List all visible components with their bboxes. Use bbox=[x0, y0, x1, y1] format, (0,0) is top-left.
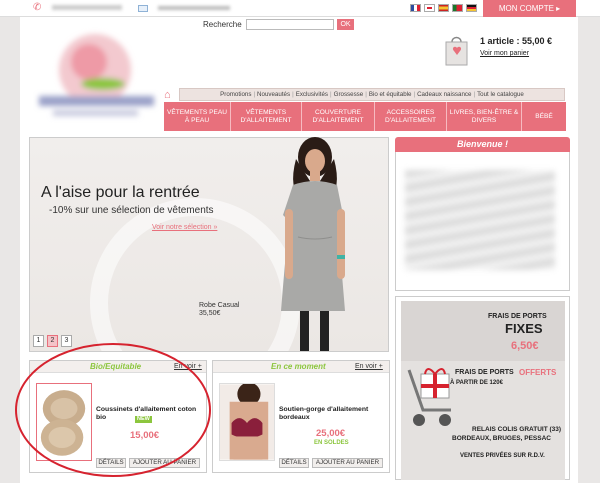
nav-livres[interactable]: LIVRES, BIEN-ÊTRE & DIVERS bbox=[447, 102, 522, 131]
shipping-title-fixed: FRAIS DE PORTS bbox=[488, 313, 547, 320]
shipping-price: 6,50€ bbox=[511, 340, 539, 352]
shipping-fixes: FIXES bbox=[505, 321, 543, 336]
shopping-bag-icon[interactable] bbox=[443, 34, 470, 66]
sale-badge: EN SOLDES bbox=[314, 440, 349, 446]
nav-vetements-peau[interactable]: VÊTEMENTS PEAU À PEAU bbox=[164, 102, 231, 131]
nav-bebe[interactable]: BÉBÉ bbox=[522, 102, 566, 131]
red-highlight-ellipse bbox=[15, 343, 211, 477]
blurred-email bbox=[158, 6, 230, 10]
nav-vetements-allaitement[interactable]: VÊTEMENTS D'ALLAITEMENT bbox=[231, 102, 302, 131]
flag-pt-icon[interactable] bbox=[452, 4, 463, 12]
banner-selection-link[interactable]: Voir notre sélection » bbox=[152, 224, 217, 231]
banner-product-label: Robe Casual bbox=[199, 302, 240, 309]
trolley-icon bbox=[407, 368, 451, 426]
card-title: En ce moment bbox=[271, 362, 326, 371]
details-button[interactable]: DÉTAILS bbox=[279, 458, 309, 468]
blurred-welcome-text bbox=[405, 170, 555, 270]
search-input[interactable] bbox=[246, 19, 334, 30]
shipping-relais-1: RELAIS COLIS GRATUIT (33) bbox=[472, 426, 562, 433]
view-cart-link[interactable]: Voir mon panier bbox=[480, 50, 529, 57]
secondary-nav: Promotions | Nouveautés | Exclusivités | Gr… bbox=[179, 88, 565, 101]
product-card-moment: En ce moment En voir + Soutien-gorge d'a… bbox=[212, 360, 390, 473]
banner-page-3[interactable]: 3 bbox=[61, 335, 72, 347]
subnav-item-promotions[interactable]: Promotions bbox=[220, 91, 251, 98]
subnav-item-grossesse[interactable]: Grossesse bbox=[334, 91, 364, 98]
banner-page-2[interactable]: 2 bbox=[47, 335, 58, 347]
subnav-item-cadeaux[interactable]: Cadeaux naissance bbox=[417, 91, 471, 98]
cart-summary: 1 article : 55,00 € bbox=[480, 36, 553, 46]
home-icon[interactable]: ⌂ bbox=[164, 89, 176, 101]
banner-headline: A l'aise pour la rentrée bbox=[41, 184, 200, 201]
shipping-ventes: VENTES PRIVÉES SUR R.D.V. bbox=[460, 453, 545, 459]
add-to-cart-button[interactable]: AJOUTER AU PANIER bbox=[312, 458, 383, 468]
nav-accessoires[interactable]: ACCESSOIRES D'ALLAITEMENT bbox=[375, 102, 447, 131]
language-flags bbox=[410, 4, 477, 13]
banner-product-price: 35,50€ bbox=[199, 310, 221, 317]
search-ok-button[interactable]: OK bbox=[337, 19, 354, 30]
model-photo bbox=[281, 137, 345, 351]
subnav-item-catalogue[interactable]: Tout le catalogue bbox=[477, 91, 524, 98]
phone-icon: ✆ bbox=[33, 2, 42, 13]
account-button[interactable]: MON COMPTE ▸ bbox=[483, 0, 576, 17]
shipping-title-free: FRAIS DE PORTS bbox=[455, 369, 514, 376]
flag-fr-icon[interactable] bbox=[410, 4, 421, 12]
subnav-item-nouveautes[interactable]: Nouveautés bbox=[257, 91, 290, 98]
main-nav: VÊTEMENTS PEAU À PEAU VÊTEMENTS D'ALLAIT… bbox=[164, 102, 566, 131]
flag-es-icon[interactable] bbox=[438, 4, 449, 12]
shipping-offerts: OFFERTS bbox=[519, 368, 557, 377]
banner-subline: -10% sur une sélection de vêtements bbox=[49, 205, 214, 216]
mail-icon bbox=[138, 5, 148, 12]
product-image-nursing-bra[interactable] bbox=[219, 383, 275, 461]
banner-pager: 1 2 3 bbox=[33, 335, 72, 347]
blurred-logo[interactable] bbox=[33, 22, 161, 126]
banner-page-1[interactable]: 1 bbox=[33, 335, 44, 347]
search-label: Recherche bbox=[203, 20, 242, 29]
shipping-relais-2: BORDEAUX, BRUGES, PESSAC bbox=[452, 435, 551, 442]
product-name[interactable]: Soutien-gorge d'allaitement bordeaux bbox=[279, 406, 387, 422]
subnav-item-bio[interactable]: Bio et équitable bbox=[369, 91, 412, 98]
card-see-more-link[interactable]: En voir + bbox=[355, 363, 383, 370]
welcome-header: Bienvenue ! bbox=[395, 137, 570, 152]
flag-de-icon[interactable] bbox=[466, 4, 477, 12]
flag-en-icon[interactable] bbox=[424, 4, 435, 12]
nav-couverture[interactable]: COUVERTURE D'ALLAITEMENT bbox=[302, 102, 375, 131]
subnav-item-exclusivites[interactable]: Exclusivités bbox=[296, 91, 328, 98]
product-price: 25,00€ bbox=[316, 428, 346, 439]
blurred-phone-number bbox=[52, 5, 122, 10]
